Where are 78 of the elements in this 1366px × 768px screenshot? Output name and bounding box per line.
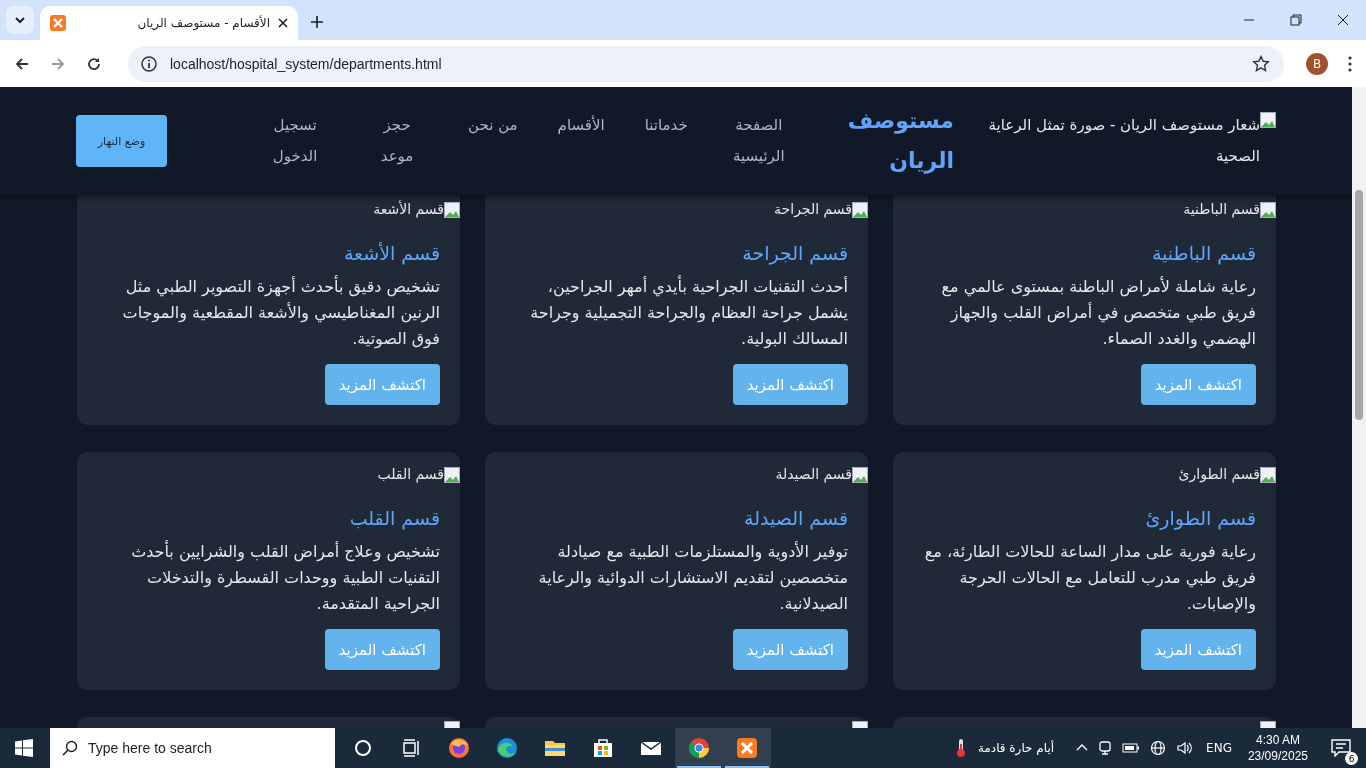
department-description: أحدث التقنيات الجراحية بأيدي أمهر الجراحين، يشمل جراحة العظام والجراحة التجميلية وجراحة المسالك البولية.	[529, 274, 848, 351]
tab-title: الأقسام - مستوصف الريان	[136, 16, 270, 30]
bookmark-star-icon[interactable]	[1252, 54, 1270, 73]
department-description: توفير الأدوية والمستلزمات الطبية مع صيادلة متخصصين لتقديم الاستشارات الدوائية والرعاية الصيدلانية.	[537, 540, 848, 615]
restore-icon[interactable]	[1290, 14, 1302, 26]
address-field[interactable]: localhost/hospital_system/departments.html	[128, 45, 1284, 82]
notification-icon	[1331, 739, 1351, 757]
scrollbar[interactable]	[1352, 87, 1366, 728]
taskbar-app[interactable]	[675, 728, 723, 768]
nav-link[interactable]: تسجيل الدخول	[264, 110, 327, 172]
browser-tab[interactable]: الأقسام - مستوصف الريان	[40, 6, 298, 40]
time-text: 4:30 AM	[1255, 732, 1300, 748]
department-description: رعاية شاملة لأمراض الباطنة بمستوى عالمي مع فريق طبي متخصص في أمراض القلب والجهاز الهضمي والغدد الصماء.	[940, 275, 1256, 351]
globe-icon[interactable]	[1150, 740, 1167, 756]
language-indicator[interactable]: ENG	[1206, 741, 1232, 755]
firefox-icon	[447, 736, 471, 760]
speaker-icon[interactable]	[1176, 740, 1193, 756]
clock[interactable]: 4:30 AM 23/09/2025	[1247, 732, 1308, 764]
nav-link[interactable]: من نحن	[468, 110, 518, 141]
notification-count: 6	[1345, 752, 1358, 765]
running-indicator	[677, 766, 721, 768]
broken-image-icon	[852, 202, 868, 218]
task-view-icon	[401, 738, 421, 758]
url-text: localhost/hospital_system/departments.html	[170, 55, 443, 72]
image-alt-text: قسم الجراحة	[774, 200, 852, 218]
theme-toggle-button[interactable]: وضع النهار	[76, 115, 167, 167]
info-icon[interactable]	[140, 54, 158, 73]
new-tab-icon[interactable]	[310, 15, 324, 29]
xampp-icon	[50, 15, 66, 31]
xampp-icon	[735, 736, 759, 760]
department-title: قسم الصيدلة	[744, 507, 848, 529]
department-title: قسم الجراحة	[742, 242, 848, 264]
department-description: تشخيص دقيق بأحدث أجهزة التصوير الطبي مثل الرنين المغناطيسي والأشعة المقطعية والموجات فوق الصوتية.	[121, 274, 440, 350]
taskbar-search-field[interactable]: Type here to search	[50, 728, 335, 768]
broken-image-icon	[444, 467, 460, 483]
image-alt-text: قسم الأشعة	[373, 200, 444, 218]
back-icon[interactable]	[14, 55, 30, 72]
nav-link[interactable]: خدماتنا	[644, 110, 688, 141]
chevron-down-icon	[14, 14, 26, 26]
close-icon[interactable]	[1337, 14, 1349, 26]
profile-avatar[interactable]: B	[1306, 52, 1328, 75]
nav-link[interactable]: الصفحة الرئيسية	[727, 110, 790, 172]
battery-icon[interactable]	[1122, 742, 1141, 754]
nav-link[interactable]: حجز موعد	[366, 110, 429, 172]
store-bag-icon	[591, 736, 615, 760]
image-alt-text: قسم الباطنية	[1183, 200, 1260, 218]
date-text: 23/09/2025	[1247, 748, 1308, 764]
nav-link[interactable]: الأقسام	[557, 110, 605, 141]
tab-list-button[interactable]	[6, 6, 34, 34]
broken-image-icon	[852, 467, 868, 483]
taskbar-app[interactable]	[723, 728, 771, 768]
broken-image-icon	[444, 202, 460, 218]
image-alt-text: قسم الطوارئ	[1178, 465, 1260, 483]
running-indicator	[725, 766, 769, 768]
chrome-icon	[687, 736, 711, 760]
broken-image-icon	[1260, 467, 1276, 483]
circle-icon	[353, 738, 373, 758]
broken-image-icon	[1260, 112, 1276, 128]
logo-alt-text: شعار مستوصف الريان - صورة تمثل الرعاية الصحية	[987, 115, 1260, 167]
broken-image-icon	[1260, 202, 1276, 218]
menu-icon[interactable]	[1348, 55, 1352, 72]
windows-start-icon[interactable]	[15, 739, 33, 757]
image-alt-text: قسم القلب	[377, 465, 444, 483]
forward-icon[interactable]	[50, 55, 66, 72]
site-brand[interactable]: مستوصف الريان	[845, 101, 956, 181]
department-title: قسم القلب	[349, 507, 440, 529]
notification-button[interactable]: 6	[1324, 731, 1358, 765]
department-title: قسم الطوارئ	[1145, 507, 1256, 529]
reload-icon[interactable]	[86, 55, 102, 72]
image-alt-text: قسم الصيدلة	[775, 465, 852, 483]
weather-text[interactable]: أيام حارة قادمة	[977, 741, 1055, 755]
close-icon[interactable]	[278, 18, 288, 28]
department-title: قسم الباطنية	[1151, 242, 1256, 264]
department-title: قسم الأشعة	[343, 242, 440, 264]
edge-icon	[495, 736, 519, 760]
department-description: رعاية فورية على مدار الساعة للحالات الطارئة، مع فريق طبي مدرب للتعامل مع الحالات الحرجة والإصابات.	[923, 541, 1256, 616]
search-icon	[62, 740, 78, 756]
department-description: تشخيص وعلاج أمراض القلب والشرايين بأحدث التقنيات الطبية ووحدات القسطرة والتدخلات الجراحية المتقدمة.	[130, 539, 440, 616]
